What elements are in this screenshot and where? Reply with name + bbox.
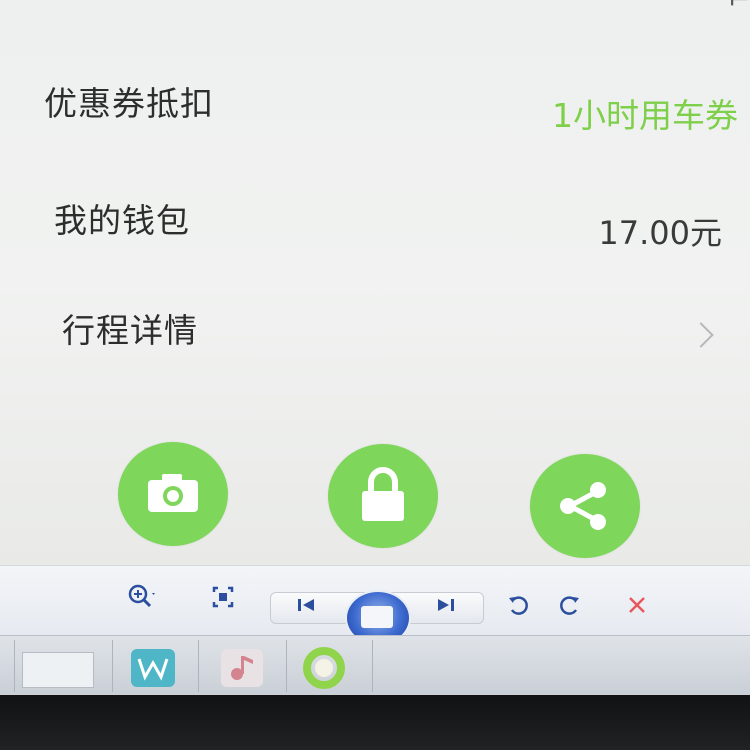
rotate-right-icon bbox=[560, 596, 579, 615]
rotate-left-icon bbox=[509, 596, 528, 615]
taskbar-app-w[interactable] bbox=[114, 640, 199, 692]
lock-icon bbox=[362, 467, 404, 521]
share-button[interactable] bbox=[530, 454, 640, 558]
music-app-icon bbox=[221, 649, 263, 687]
taskbar-app-green[interactable] bbox=[288, 640, 373, 692]
chevron-right-icon bbox=[688, 322, 714, 348]
trip-details-label: 行程详情 bbox=[62, 311, 198, 350]
trip-details-row[interactable]: 行程详情 bbox=[0, 280, 750, 370]
camera-icon bbox=[148, 474, 198, 512]
rotate-right-button[interactable] bbox=[552, 588, 586, 622]
taskbar-edge bbox=[0, 640, 15, 692]
close-icon bbox=[629, 597, 645, 613]
coupon-value: 1小时用车券 bbox=[552, 96, 738, 135]
zoom-in-icon bbox=[128, 584, 155, 608]
monitor-bezel bbox=[0, 695, 750, 750]
previous-icon bbox=[298, 599, 314, 611]
taskbar bbox=[0, 635, 750, 696]
fit-button[interactable] bbox=[206, 580, 240, 614]
close-button[interactable] bbox=[620, 588, 654, 622]
wallet-balance: 17.00元 bbox=[598, 214, 722, 252]
fit-screen-icon bbox=[212, 586, 234, 608]
rotate-left-button[interactable] bbox=[502, 588, 536, 622]
wallet-label: 我的钱包 bbox=[54, 201, 190, 240]
coupon-row[interactable]: 优惠券抵扣 1小时用车券 bbox=[0, 55, 750, 145]
previous-button[interactable] bbox=[290, 588, 324, 622]
taskbar-app-music[interactable] bbox=[200, 640, 287, 692]
w-app-icon bbox=[131, 649, 175, 687]
camera-button[interactable] bbox=[118, 442, 228, 546]
wallet-row[interactable]: 我的钱包 17.00元 bbox=[0, 168, 750, 258]
coupon-label: 优惠券抵扣 bbox=[44, 84, 214, 123]
window-thumbnail[interactable] bbox=[16, 640, 113, 692]
status-glyph: ⌐ bbox=[728, 0, 750, 16]
green-ring-app-icon bbox=[303, 647, 345, 689]
thumbnail-preview bbox=[22, 652, 94, 688]
next-icon bbox=[438, 599, 454, 611]
next-button[interactable] bbox=[428, 588, 462, 622]
slideshow-icon bbox=[361, 606, 393, 628]
zoom-button[interactable] bbox=[124, 580, 158, 614]
app-screen: ⌐ 优惠券抵扣 1小时用车券 我的钱包 17.00元 行程详情 bbox=[0, 0, 750, 565]
lock-button[interactable] bbox=[328, 444, 438, 548]
share-icon bbox=[560, 482, 606, 530]
